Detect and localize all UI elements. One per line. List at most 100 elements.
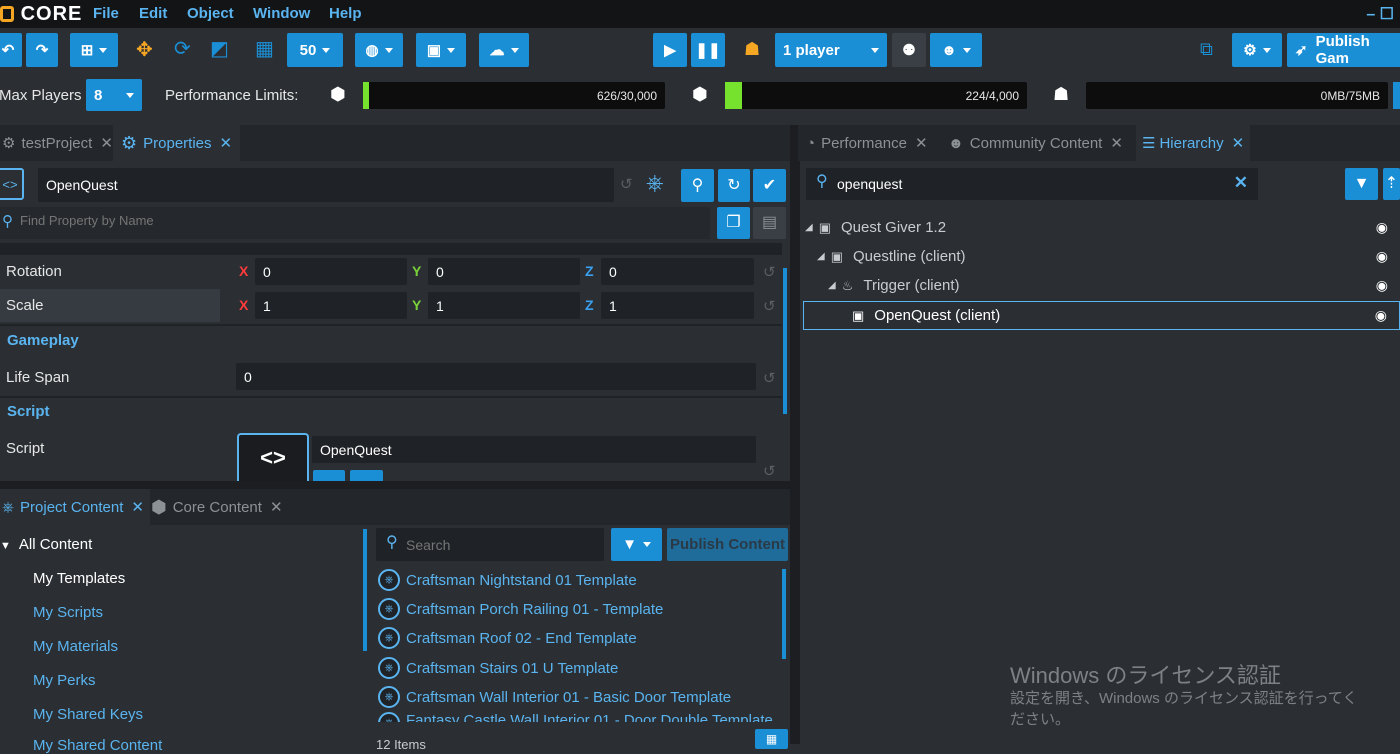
server-dropdown[interactable]: ⚙ [1232, 33, 1282, 67]
collapse-button[interactable]: ⇡ [1383, 168, 1400, 200]
template-icon[interactable]: ⎈ [646, 172, 664, 194]
script-section-header[interactable]: Script [7, 403, 50, 420]
tab-core-content[interactable]: ⬢ Core Content ✕ [145, 489, 289, 525]
tree-item-my-scripts[interactable]: My Scripts [33, 604, 103, 621]
eye-icon[interactable]: ◉ [1375, 307, 1387, 324]
content-search-input[interactable] [406, 537, 586, 553]
tree-item-my-templates[interactable]: My Templates [33, 570, 125, 587]
tab-community-content[interactable]: ☻ Community Content ✕ [942, 125, 1129, 161]
camera-dropdown[interactable]: ☁ [479, 33, 529, 67]
menu-edit[interactable]: Edit [139, 5, 167, 22]
tab-project-content[interactable]: ⎈ Project Content ✕ [0, 489, 150, 525]
select-mode-dropdown[interactable]: ⊞ [70, 33, 118, 67]
close-icon[interactable]: ✕ [100, 134, 113, 152]
apply-button[interactable]: ✔ [753, 169, 786, 202]
reset-lifespan-icon[interactable]: ↺ [763, 369, 776, 387]
pause-button[interactable]: ❚❚ [691, 33, 725, 67]
close-icon[interactable]: ✕ [131, 498, 144, 516]
move-tool-icon[interactable]: ✥ [136, 40, 153, 60]
lifespan-field[interactable]: 0 [236, 363, 756, 390]
script-edit-button[interactable] [313, 470, 345, 481]
max-players-dropdown[interactable]: 8 [86, 79, 142, 111]
hierarchy-search-value[interactable]: openquest [837, 176, 902, 192]
close-icon[interactable]: ✕ [1110, 134, 1123, 152]
script-thumbnail-icon[interactable]: <> [237, 433, 309, 481]
rotation-x-field[interactable]: 0 [255, 258, 407, 285]
hierarchy-item-questline[interactable]: ◢ ▣ Questline (client) ◉ [803, 242, 1400, 271]
tab-properties[interactable]: ⚙ Properties ✕ [113, 125, 241, 161]
script-field[interactable]: OpenQuest [312, 436, 756, 463]
grid-size-dropdown[interactable]: 50 [287, 33, 343, 67]
paste-button[interactable]: ▤ [753, 207, 786, 239]
scale-x-field[interactable]: 1 [255, 292, 407, 319]
hierarchy-search[interactable]: ⚲ openquest ✕ [806, 168, 1258, 200]
publish-game-button[interactable]: ➶ Publish Gam [1287, 33, 1400, 67]
content-tree-scrollbar[interactable] [363, 529, 367, 651]
player-count-dropdown[interactable]: 1 player [775, 33, 887, 67]
close-icon[interactable]: ✕ [270, 498, 283, 516]
tree-item-my-shared-content[interactable]: My Shared Content [33, 737, 162, 754]
hierarchy-item-quest-giver[interactable]: ◢ ▣ Quest Giver 1.2 ◉ [803, 213, 1400, 242]
tab-hierarchy[interactable]: ☰ Hierarchy ✕ [1136, 125, 1251, 161]
eye-icon[interactable]: ◉ [1376, 219, 1388, 236]
content-search[interactable]: ⚲ [376, 528, 604, 561]
menu-object[interactable]: Object [187, 5, 234, 22]
publish-content-button[interactable]: Publish Content [667, 528, 788, 561]
tab-testproject[interactable]: ⚙ testProject ✕ [0, 125, 121, 161]
redo-button[interactable]: ↷ [26, 33, 58, 67]
menu-help[interactable]: Help [329, 5, 362, 22]
expand-icon[interactable]: ◢ [805, 222, 813, 233]
tree-item-my-perks[interactable]: My Perks [33, 672, 96, 689]
scale-tool-icon[interactable]: ◩ [210, 39, 229, 59]
asset-item[interactable]: ⎈ Craftsman Wall Interior 01 - Basic Door… [378, 683, 731, 711]
gameplay-section-header[interactable]: Gameplay [7, 332, 79, 349]
close-icon[interactable]: ✕ [915, 134, 928, 152]
undo-button[interactable]: ↶ [0, 33, 22, 67]
scale-z-field[interactable]: 1 [601, 292, 754, 319]
eye-icon[interactable]: ◉ [1376, 277, 1388, 294]
perf-settings-button[interactable] [1393, 82, 1400, 109]
locate-button[interactable]: ⚲ [681, 169, 714, 202]
tree-item-my-shared-keys[interactable]: My Shared Keys [33, 706, 143, 723]
play-button[interactable]: ▶ [653, 33, 687, 67]
revert-button[interactable]: ↻ [718, 169, 750, 202]
menu-file[interactable]: File [93, 5, 119, 22]
world-space-dropdown[interactable]: ◍ [355, 33, 403, 67]
window-controls[interactable]: – ☐ [1366, 4, 1394, 24]
panel-splitter[interactable] [0, 481, 796, 489]
content-tree-root[interactable]: ▼ All Content [0, 536, 92, 553]
tree-item-my-materials[interactable]: My Materials [33, 638, 118, 655]
grid-icon[interactable]: ▦ [255, 39, 274, 59]
preview-icon[interactable]: ⧉ [1200, 40, 1213, 58]
reset-name-icon[interactable]: ↺ [620, 175, 633, 193]
content-list-scrollbar[interactable] [782, 569, 786, 659]
reset-script-icon[interactable]: ↺ [763, 462, 776, 480]
reset-rotation-icon[interactable]: ↺ [763, 263, 776, 281]
menu-window[interactable]: Window [253, 5, 310, 22]
scale-y-field[interactable]: 1 [428, 292, 580, 319]
player-settings-dropdown[interactable]: ☻ [930, 33, 982, 67]
script-open-button[interactable] [350, 470, 383, 481]
view-mode-button[interactable]: ▦ [755, 729, 788, 749]
asset-item[interactable]: ⎈Fantasy Castle Wall Interior 01 - Door … [378, 712, 773, 722]
add-player-button[interactable]: ⚉ [892, 33, 926, 67]
close-icon[interactable]: ✕ [220, 134, 233, 152]
properties-scrollbar[interactable] [783, 268, 787, 414]
eye-icon[interactable]: ◉ [1376, 248, 1388, 265]
rotation-y-field[interactable]: 0 [428, 258, 580, 285]
expand-icon[interactable]: ◢ [817, 251, 825, 262]
hierarchy-item-trigger[interactable]: ◢ ♨ Trigger (client) ◉ [803, 271, 1400, 300]
property-search-input[interactable] [20, 213, 620, 228]
hierarchy-item-openquest[interactable]: ▣ OpenQuest (client) ◉ [803, 301, 1400, 330]
rotation-z-field[interactable]: 0 [601, 258, 754, 285]
reset-scale-icon[interactable]: ↺ [763, 297, 776, 315]
tab-performance[interactable]: ◔ Performance ✕ [800, 125, 934, 161]
asset-item[interactable]: ⎈ Craftsman Nightstand 01 Template [378, 566, 637, 594]
expand-icon[interactable]: ◢ [828, 280, 836, 291]
asset-item[interactable]: ⎈ Craftsman Stairs 01 U Template [378, 654, 618, 682]
property-search-bar[interactable]: ⚲ [0, 207, 710, 239]
object-name-field[interactable]: OpenQuest [38, 168, 614, 202]
clear-search-icon[interactable]: ✕ [1234, 173, 1248, 193]
content-filter-dropdown[interactable]: ▼ [611, 528, 662, 561]
rotate-tool-icon[interactable]: ⟳ [174, 39, 191, 59]
